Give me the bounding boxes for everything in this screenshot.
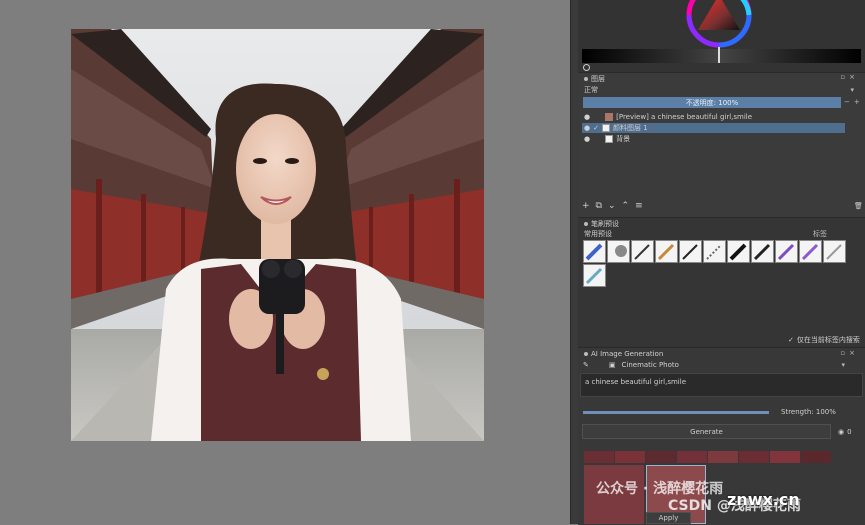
color-small-circle[interactable] xyxy=(583,64,590,71)
brush-tag-label: 标签 xyxy=(813,230,827,238)
dice-icon: ◉ xyxy=(838,428,845,436)
color-wheel[interactable] xyxy=(684,0,754,48)
layers-header-controls: ▫ × xyxy=(840,73,855,81)
color-slider-marker[interactable] xyxy=(718,47,720,63)
chevron-down-icon: ▾ xyxy=(850,86,854,94)
layer-thumbnail xyxy=(605,113,614,121)
color-history-bar[interactable] xyxy=(582,49,861,63)
close-icon[interactable]: × xyxy=(849,349,855,357)
brush-preset[interactable] xyxy=(775,240,798,263)
brush-preset[interactable] xyxy=(583,264,606,287)
seed-count: 0 xyxy=(847,428,852,436)
plus-icon[interactable]: + xyxy=(854,98,860,106)
blend-mode-value: 正常 xyxy=(584,86,598,94)
check-icon[interactable]: ✓ xyxy=(788,336,794,344)
brush-preset[interactable] xyxy=(727,240,750,263)
blend-mode-select[interactable]: 正常 ▾ xyxy=(584,85,854,95)
eye-icon[interactable]: ● xyxy=(584,124,590,132)
generated-thumbnail[interactable] xyxy=(770,451,800,463)
brush-tag-value: 常用预设 xyxy=(584,230,612,238)
eye-icon[interactable]: ● xyxy=(584,113,590,121)
brush-header: 笔刷预设 xyxy=(584,219,619,229)
strength-slider[interactable] xyxy=(583,411,769,414)
opacity-slider[interactable]: 不透明度: 100% xyxy=(583,97,841,108)
style-icon: ▣ xyxy=(608,361,616,369)
eye-icon[interactable]: ● xyxy=(584,135,590,143)
brush-preset[interactable] xyxy=(631,240,654,263)
strength-label: Strength: 100% xyxy=(781,408,836,416)
brush-preset[interactable] xyxy=(679,240,702,263)
canvas-area[interactable] xyxy=(0,0,570,524)
layer-thumbnail xyxy=(605,135,614,143)
ai-style-row: ✎ ▣ Cinematic Photo ▾ xyxy=(583,361,845,369)
brush-panel-title: 笔刷预设 xyxy=(591,220,619,228)
move-up-icon[interactable]: ⌃ xyxy=(622,201,630,211)
duplicate-icon[interactable]: ⧉ xyxy=(596,201,602,211)
opacity-stepper[interactable]: − + xyxy=(844,98,860,106)
brush-preset[interactable] xyxy=(799,240,822,263)
generated-thumbnail[interactable] xyxy=(739,451,769,463)
ai-panel-title: AI Image Generation xyxy=(591,350,664,358)
brush-preset[interactable] xyxy=(823,240,846,263)
generate-button[interactable]: Generate xyxy=(582,424,831,439)
brush-tag-label-row: 标签 xyxy=(813,229,827,239)
generated-thumbnail[interactable] xyxy=(615,451,645,463)
ai-panel-dot-icon xyxy=(584,352,588,356)
right-dock: 图层 ▫ × 正常 ▾ 不透明度: 100% − + ● [Preview] a c… xyxy=(578,0,865,525)
site-watermark: znwx.cn xyxy=(727,490,800,509)
apply-label: Apply xyxy=(658,514,679,522)
move-down-icon[interactable]: ⌄ xyxy=(608,201,616,211)
check-icon[interactable]: ✓ xyxy=(593,124,599,132)
generated-thumbnail[interactable] xyxy=(801,451,831,463)
layer-name: 背景 xyxy=(616,135,631,143)
style-select[interactable]: Cinematic Photo xyxy=(622,361,679,369)
close-icon[interactable]: × xyxy=(849,73,855,81)
generated-thumbnail[interactable] xyxy=(708,451,738,463)
generated-thumbnail[interactable] xyxy=(677,451,707,463)
float-icon[interactable]: ▫ xyxy=(840,349,845,357)
layers-toolbar: + ⧉ ⌄ ⌃ ≡ xyxy=(582,201,643,211)
layers-panel-dot-icon xyxy=(584,77,588,81)
brush-grid xyxy=(583,240,861,287)
layer-row-background[interactable]: ● 背景 xyxy=(582,134,845,144)
brush-preset[interactable] xyxy=(607,240,630,263)
trash-icon[interactable]: 🗑 xyxy=(854,202,863,210)
layers-panel-title: 图层 xyxy=(591,75,605,83)
layers-header: 图层 xyxy=(584,74,605,84)
opacity-label: 不透明度: 100% xyxy=(685,98,739,107)
layer-row-preview[interactable]: ● [Preview] a chinese beautiful girl,smi… xyxy=(582,112,845,122)
layer-thumbnail xyxy=(601,124,610,132)
chevron-down-icon[interactable]: ▾ xyxy=(841,361,845,369)
brush-preset[interactable] xyxy=(751,240,774,263)
brush-search-label: 仅在当前标签内搜索 xyxy=(796,336,860,344)
brush-panel-dot-icon xyxy=(584,222,588,226)
generated-thumbnail[interactable] xyxy=(584,451,614,463)
float-icon[interactable]: ▫ xyxy=(840,73,845,81)
layer-name: 颜料图层 1 xyxy=(612,124,648,132)
seed-control[interactable]: ◉ 0 xyxy=(838,428,852,436)
ai-header: AI Image Generation xyxy=(584,350,663,358)
generated-thumbnail[interactable] xyxy=(646,451,676,463)
brush-preset[interactable] xyxy=(703,240,726,263)
brush-preset[interactable] xyxy=(655,240,678,263)
menu-icon[interactable]: ≡ xyxy=(635,201,643,211)
brush-preset[interactable] xyxy=(583,240,606,263)
minus-icon[interactable]: − xyxy=(844,98,850,106)
prompt-text: a chinese beautiful girl,smile xyxy=(585,378,687,386)
layer-name: [Preview] a chinese beautiful girl,smile xyxy=(616,113,753,121)
canvas-image[interactable] xyxy=(71,29,484,441)
brush-tag-select[interactable]: 常用预设 xyxy=(584,229,612,239)
wand-icon[interactable]: ✎ xyxy=(583,361,589,369)
layer-row-paint[interactable]: ● ✓ 颜料图层 1 xyxy=(582,123,845,133)
generate-label: Generate xyxy=(690,427,723,436)
strength-field[interactable]: Strength: 100% xyxy=(781,408,836,416)
add-layer-icon[interactable]: + xyxy=(582,201,590,211)
generated-photo xyxy=(71,29,484,441)
prompt-input[interactable]: a chinese beautiful girl,smile xyxy=(580,373,863,397)
brush-search-option[interactable]: ✓ 仅在当前标签内搜索 xyxy=(788,335,860,345)
ai-header-controls: ▫ × xyxy=(840,349,855,357)
